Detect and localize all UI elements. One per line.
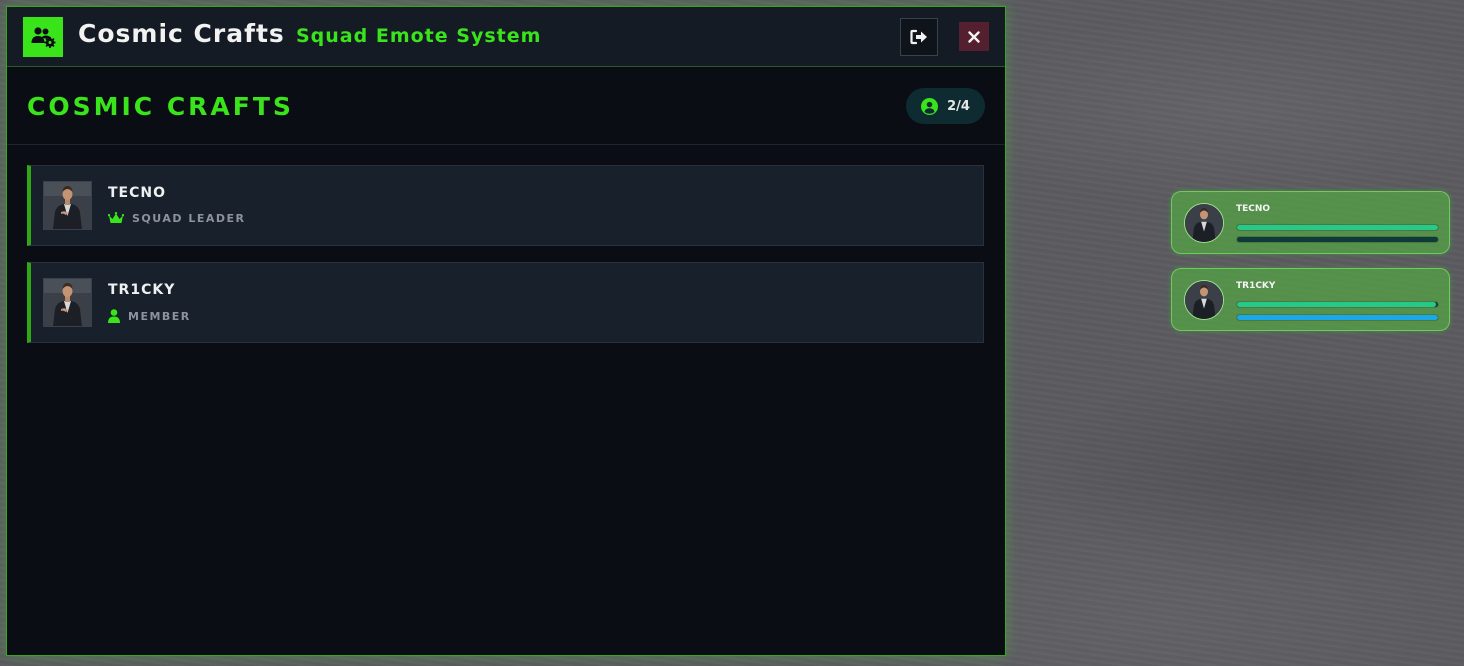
close-button[interactable] — [959, 22, 989, 51]
health-bar-fill — [1237, 302, 1436, 307]
hud-member-name: TECNO — [1236, 204, 1271, 214]
app-title: Cosmic Crafts — [78, 19, 285, 48]
squad-panel: Cosmic Crafts Squad Emote System COSMIC … — [6, 6, 1006, 656]
member-role: MEMBER — [108, 309, 191, 323]
title-bar: Cosmic Crafts Squad Emote System — [7, 7, 1005, 67]
health-bar — [1237, 302, 1438, 307]
member-role: SQUAD LEADER — [108, 212, 246, 225]
health-bar-fill — [1237, 225, 1438, 230]
health-bar — [1237, 225, 1438, 230]
armor-bar-fill — [1237, 315, 1438, 320]
hud-member-name: TR1CKY — [1236, 281, 1276, 291]
hud-member-card: TR1CKY — [1171, 268, 1450, 331]
avatar — [43, 278, 92, 327]
app-subtitle: Squad Emote System — [296, 25, 542, 47]
sign-out-icon — [910, 29, 927, 45]
leave-squad-button[interactable] — [900, 18, 938, 56]
users-gear-icon — [23, 17, 63, 57]
member-name: TECNO — [108, 185, 167, 201]
user-icon — [108, 309, 120, 323]
member-role-label: MEMBER — [128, 309, 191, 323]
close-icon — [968, 30, 980, 43]
avatar — [1184, 203, 1224, 243]
user-circle-icon — [921, 97, 939, 115]
member-role-label: SQUAD LEADER — [132, 212, 246, 225]
squad-header: COSMIC CRAFTS 2/4 — [7, 67, 1005, 145]
crown-icon — [108, 212, 124, 223]
avatar — [43, 181, 92, 230]
member-card[interactable]: TECNO SQUAD LEADER — [27, 165, 984, 246]
armor-bar — [1237, 237, 1438, 242]
armor-bar-fill — [1237, 237, 1438, 242]
avatar — [1184, 280, 1224, 320]
member-card[interactable]: TR1CKY MEMBER — [27, 262, 984, 343]
squad-name: COSMIC CRAFTS — [27, 92, 294, 121]
member-name: TR1CKY — [108, 282, 176, 298]
member-count: 2/4 — [947, 98, 970, 114]
hud-member-card: TECNO — [1171, 191, 1450, 254]
armor-bar — [1237, 315, 1438, 320]
member-count-badge: 2/4 — [906, 88, 985, 124]
